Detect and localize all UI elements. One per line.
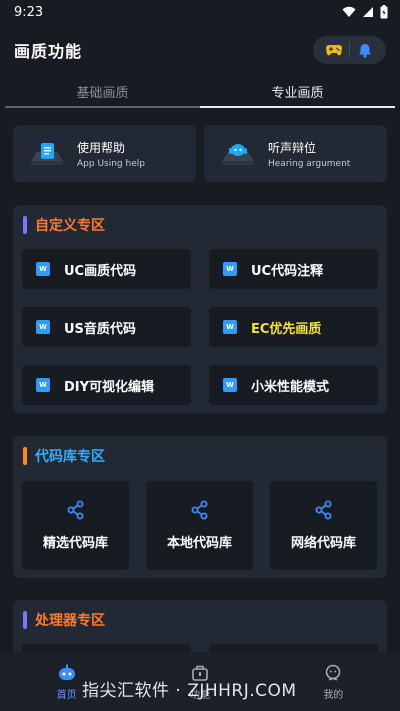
share-icon bbox=[67, 500, 83, 520]
toolbox-icon bbox=[192, 665, 208, 681]
quality-tabs: 基础画质 专业画质 bbox=[5, 74, 395, 108]
item-xiaomi-performance-label: 小米性能模式 bbox=[251, 379, 330, 395]
item-diy-visual-edit[interactable]: DIY可视化编辑 bbox=[22, 365, 191, 405]
custom-section: 自定义专区 UC画质代码 UC代码注释 US音质代码 EC优先画质 DIY可视化… bbox=[13, 205, 387, 413]
hearing-argument-text: 听声辩位 Hearing argument bbox=[268, 139, 350, 169]
lib-local[interactable]: 本地代码库 bbox=[146, 481, 253, 570]
header-actions bbox=[313, 36, 386, 64]
gamepad-icon bbox=[326, 45, 342, 56]
item-ec-priority-quality-label: EC优先画质 bbox=[251, 321, 322, 337]
help-card-hearing[interactable]: 听声辩位 Hearing argument bbox=[204, 125, 387, 182]
custom-section-header: 自定义专区 bbox=[23, 215, 105, 235]
item-us-sound-code-label: US音质代码 bbox=[64, 321, 136, 337]
item-uc-quality-code[interactable]: UC画质代码 bbox=[22, 249, 191, 289]
share-icon bbox=[191, 500, 207, 520]
bell-icon bbox=[359, 43, 371, 58]
nav-profile-label: 我的 bbox=[323, 689, 344, 701]
document-icon bbox=[223, 320, 237, 334]
item-uc-code-notes-label: UC代码注释 bbox=[251, 263, 324, 279]
processor-section-accent bbox=[23, 611, 27, 629]
document-icon bbox=[223, 378, 237, 392]
library-section-header: 代码库专区 bbox=[23, 446, 105, 466]
custom-section-title: 自定义专区 bbox=[35, 218, 105, 234]
processor-section-header: 处理器专区 bbox=[23, 610, 105, 630]
nav-functions[interactable]: 功能 bbox=[170, 663, 230, 701]
document-icon bbox=[36, 320, 50, 334]
profile-icon bbox=[326, 664, 341, 681]
library-section: 代码库专区 精选代码库 本地代码库 网络代码库 bbox=[13, 436, 387, 578]
lib-local-label: 本地代码库 bbox=[166, 536, 232, 551]
item-xiaomi-performance[interactable]: 小米性能模式 bbox=[209, 365, 378, 405]
item-ec-priority-quality[interactable]: EC优先画质 bbox=[209, 307, 378, 347]
gamepad-button[interactable] bbox=[319, 36, 349, 64]
usage-help-text: 使用帮助 App Using help bbox=[77, 139, 145, 169]
item-us-sound-code[interactable]: US音质代码 bbox=[22, 307, 191, 347]
processor-section: 处理器专区 bbox=[13, 600, 387, 660]
tab-basic-quality-underline bbox=[5, 106, 200, 108]
usage-help-icon bbox=[27, 139, 67, 169]
wifi-icon bbox=[342, 6, 356, 17]
signal-icon bbox=[363, 7, 373, 17]
nav-home-label: 首页 bbox=[56, 689, 77, 701]
status-bar: 9:23 bbox=[0, 0, 400, 24]
help-card-usage[interactable]: 使用帮助 App Using help bbox=[13, 125, 196, 182]
custom-section-accent bbox=[23, 216, 27, 234]
bottom-nav: 首页 功能 我的 bbox=[0, 652, 400, 711]
nav-profile[interactable]: 我的 bbox=[303, 663, 363, 701]
processor-section-title: 处理器专区 bbox=[35, 613, 105, 629]
usage-help-title: 使用帮助 bbox=[77, 140, 126, 155]
item-diy-visual-edit-label: DIY可视化编辑 bbox=[64, 379, 155, 395]
library-section-title: 代码库专区 bbox=[35, 449, 105, 465]
document-icon bbox=[36, 378, 50, 392]
lib-featured[interactable]: 精选代码库 bbox=[22, 481, 129, 570]
library-section-accent bbox=[23, 447, 27, 465]
app-bar: 画质功能 bbox=[0, 30, 400, 70]
item-uc-quality-code-label: UC画质代码 bbox=[64, 263, 137, 279]
battery-icon bbox=[380, 5, 388, 19]
item-uc-code-notes[interactable]: UC代码注释 bbox=[209, 249, 378, 289]
tab-pro-quality-label: 专业画质 bbox=[271, 85, 324, 101]
status-icons bbox=[342, 5, 388, 19]
tab-basic-quality-label: 基础画质 bbox=[76, 85, 129, 101]
tab-pro-quality-underline bbox=[200, 106, 395, 108]
hearing-argument-icon bbox=[218, 139, 258, 169]
tab-basic-quality[interactable]: 基础画质 bbox=[5, 74, 200, 108]
share-icon bbox=[315, 500, 331, 520]
hearing-argument-title: 听声辩位 bbox=[268, 140, 317, 155]
lib-featured-label: 精选代码库 bbox=[42, 536, 108, 551]
tab-pro-quality[interactable]: 专业画质 bbox=[200, 74, 395, 108]
document-icon bbox=[36, 262, 50, 276]
lib-network[interactable]: 网络代码库 bbox=[270, 481, 377, 570]
status-time: 9:23 bbox=[14, 4, 44, 20]
notification-button[interactable] bbox=[350, 36, 380, 64]
nav-home[interactable]: 首页 bbox=[37, 663, 97, 701]
document-icon bbox=[223, 262, 237, 276]
lib-network-label: 网络代码库 bbox=[290, 536, 356, 551]
page-title: 画质功能 bbox=[14, 42, 83, 61]
home-robot-icon bbox=[58, 664, 75, 680]
usage-help-subtitle: App Using help bbox=[77, 158, 145, 169]
nav-functions-label: 功能 bbox=[189, 689, 210, 701]
hearing-argument-subtitle: Hearing argument bbox=[268, 158, 351, 169]
